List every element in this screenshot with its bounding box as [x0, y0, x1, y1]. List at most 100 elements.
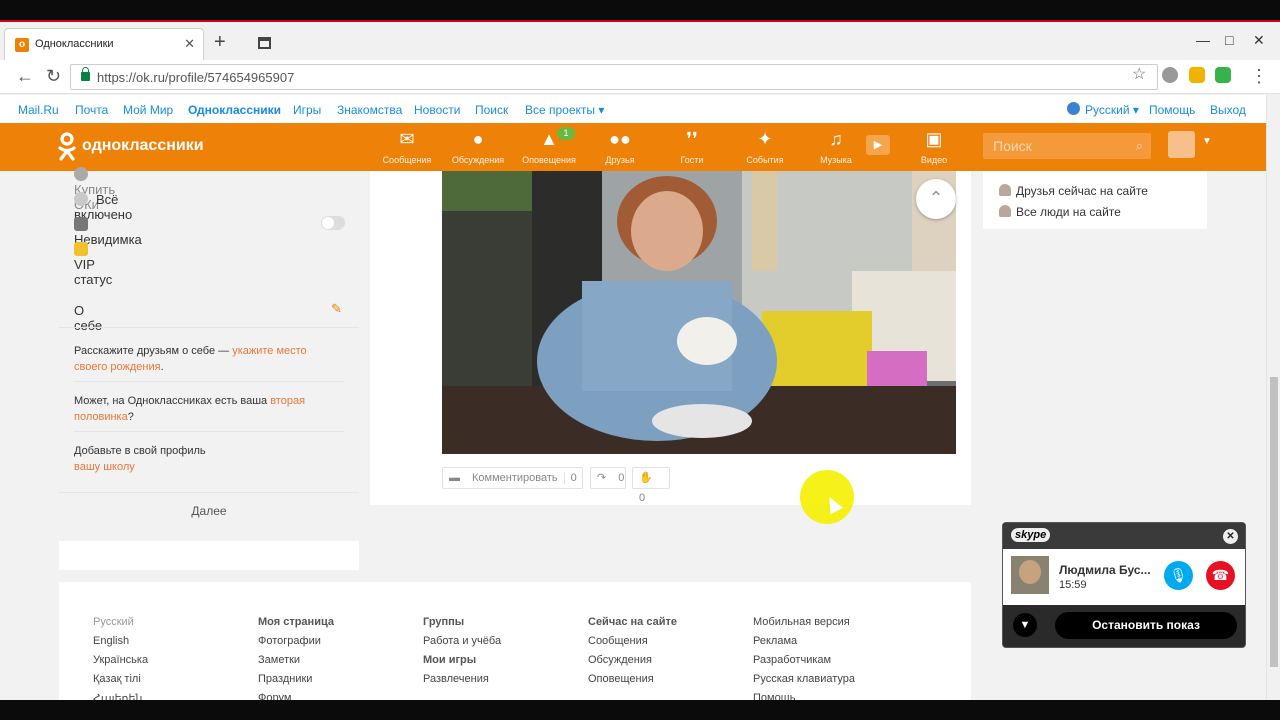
microphone-icon[interactable]: 🎙	[1164, 561, 1193, 590]
about-birthplace-text: Расскажите друзьям о себе — укажите мест…	[74, 343, 324, 375]
footer-notes[interactable]: Заметки	[258, 654, 334, 673]
ok-logo-text[interactable]: одноклассники	[82, 137, 204, 155]
close-window-icon[interactable]: ✕	[1253, 32, 1265, 49]
header-search-input[interactable]: Поиск ⌕	[983, 133, 1151, 159]
crown-icon	[74, 242, 88, 256]
bookmark-star-icon[interactable]: ☆	[1132, 64, 1146, 84]
language-dropdown[interactable]: Русский ▾	[1085, 103, 1139, 117]
lock-icon	[81, 67, 90, 81]
hang-up-icon[interactable]: ☎	[1206, 561, 1235, 590]
footer-notifications[interactable]: Оповещения	[588, 673, 677, 692]
nav-events[interactable]: ✦ События	[735, 129, 795, 165]
footer-discussions[interactable]: Обсуждения	[588, 654, 677, 673]
address-input[interactable]: https://ok.ru/profile/574654965907	[70, 64, 1158, 90]
footer-photos[interactable]: Фотографии	[258, 635, 334, 654]
comment-label: Комментировать	[472, 472, 558, 484]
footer-ads[interactable]: Реклама	[753, 635, 855, 654]
browser-menu-icon[interactable]: ⋮	[1250, 66, 1268, 86]
footer-now-heading[interactable]: Сейчас на сайте	[588, 616, 677, 635]
nav-label: Музыка	[820, 155, 852, 165]
nav-friends[interactable]: ●● Друзья	[590, 129, 650, 165]
nav-video[interactable]: ▣ Видео	[904, 129, 964, 165]
new-tab-icon[interactable]: +	[214, 32, 226, 52]
like-button[interactable]: ✋0	[632, 467, 670, 504]
novosti-link[interactable]: Новости	[414, 103, 460, 117]
igry-link[interactable]: Игры	[293, 103, 321, 117]
moi-mir-link[interactable]: Мой Мир	[123, 103, 173, 117]
footer-my-games-heading[interactable]: Мои игры	[423, 654, 501, 673]
footer-lang-en[interactable]: English	[93, 635, 148, 654]
comment-icon: ▬	[449, 472, 460, 484]
skype-close-icon[interactable]: ✕	[1223, 529, 1238, 544]
pochta-link[interactable]: Почта	[75, 103, 108, 117]
edit-pencil-icon[interactable]: ✎	[331, 301, 342, 317]
play-icon[interactable]: ▶	[866, 135, 890, 155]
nav-guests[interactable]: ❜❜ Гости	[662, 129, 722, 165]
skype-call-info: Людмила Бус... 15:59 🎙 ☎	[1003, 549, 1245, 605]
comment-button[interactable]: ▬ Комментировать 0	[442, 467, 583, 489]
mailru-link[interactable]: Mail.Ru	[18, 103, 59, 117]
chat-extension-icon[interactable]	[1189, 67, 1205, 83]
about-school-text: Добавьте в свой профиль вашу школу	[74, 443, 324, 475]
browser-tab[interactable]: o Одноклассники ✕	[4, 28, 204, 62]
nav-discussions[interactable]: ● Обсуждения	[448, 129, 508, 165]
coin-icon	[74, 167, 88, 181]
chevron-down-icon[interactable]: ▼	[1013, 613, 1037, 637]
footer-messages[interactable]: Сообщения	[588, 635, 677, 654]
events-icon: ✦	[757, 129, 773, 149]
all-people-link[interactable]: Все люди на сайте	[999, 205, 1121, 219]
footer-now-online: Сейчас на сайте Сообщения Обсуждения Опо…	[588, 616, 677, 692]
nav-music[interactable]: ♫ Музыка	[806, 129, 866, 165]
user-avatar[interactable]	[1168, 131, 1195, 158]
mailru-portal-bar: Mail.Ru Почта Мой Мир Одноклассники Игры…	[0, 95, 1266, 123]
footer-developers[interactable]: Разработчикам	[753, 654, 855, 673]
ok-header: одноклассники ✉ Сообщения ● Обсуждения ▲…	[0, 123, 1266, 171]
mail-extension-icon[interactable]	[1162, 67, 1178, 83]
more-button[interactable]: Далее	[59, 504, 359, 518]
footer-groups-heading[interactable]: Группы	[423, 616, 501, 635]
school-link[interactable]: вашу школу	[74, 461, 135, 473]
skype-call-widget: skype ✕ Людмила Бус... 15:59 🎙 ☎ ▼ Остан…	[1002, 522, 1246, 648]
notes-extension-icon[interactable]	[1215, 67, 1231, 83]
invisible-toggle[interactable]	[321, 216, 345, 230]
footer-holidays[interactable]: Праздники	[258, 673, 334, 692]
reload-icon[interactable]: ↻	[46, 66, 61, 86]
scroll-up-button[interactable]: ⌃	[916, 179, 956, 219]
znakomstva-link[interactable]: Знакомства	[337, 103, 402, 117]
minimize-icon[interactable]: —	[1196, 32, 1210, 48]
help-link[interactable]: Помощь	[1149, 103, 1195, 117]
footer-my-page-heading[interactable]: Моя страница	[258, 616, 334, 635]
maximize-icon[interactable]: □	[1225, 32, 1233, 48]
footer-mobile[interactable]: Мобильная версия	[753, 616, 855, 635]
scrollbar-thumb[interactable]	[1270, 377, 1278, 667]
logout-link[interactable]: Выход	[1210, 103, 1246, 117]
tab-close-icon[interactable]: ✕	[184, 36, 195, 52]
nav-notifications[interactable]: ▲ 1 Оповещения	[519, 127, 579, 165]
vip-status-item[interactable]: VIP статус	[74, 242, 112, 287]
nav-label: Гости	[680, 155, 704, 165]
all-people-label: Все люди на сайте	[1016, 205, 1121, 219]
user-menu-chevron-icon[interactable]: ▼	[1202, 136, 1212, 147]
footer-lang-ru[interactable]: Русский	[93, 616, 148, 635]
search-icon[interactable]: ⌕	[1136, 138, 1143, 154]
ok-logo-icon[interactable]	[58, 132, 76, 162]
share-button[interactable]: ↷ 0	[590, 467, 626, 489]
back-icon[interactable]: ←	[16, 66, 34, 86]
poisk-link[interactable]: Поиск	[475, 103, 508, 117]
footer-entertainment[interactable]: Развлечения	[423, 673, 501, 692]
stop-sharing-button[interactable]: Остановить показ	[1055, 612, 1237, 639]
all-projects-dropdown[interactable]: Все проекты ▾	[525, 103, 604, 117]
nav-messages[interactable]: ✉ Сообщения	[377, 129, 437, 165]
screen: o Одноклассники ✕ + — □ ✕ ← ↻ https://ok…	[0, 0, 1280, 720]
post-photo[interactable]	[442, 171, 956, 454]
page-scrollbar[interactable]	[1266, 95, 1280, 700]
tab-title: Одноклассники	[35, 38, 114, 50]
tab-strip-icon[interactable]	[258, 37, 271, 49]
friends-online-link[interactable]: Друзья сейчас на сайте	[999, 184, 1148, 198]
post-card: ⌃ ▬ Комментировать 0 ↷ 0 ✋0	[370, 171, 971, 505]
footer-work-study[interactable]: Работа и учёба	[423, 635, 501, 654]
odnoklassniki-link[interactable]: Одноклассники	[188, 103, 281, 117]
footer-lang-uk[interactable]: Українська	[93, 654, 148, 673]
footer-keyboard[interactable]: Русская клавиатура	[753, 673, 855, 692]
footer-lang-kk[interactable]: Қазақ тілі	[93, 673, 148, 692]
